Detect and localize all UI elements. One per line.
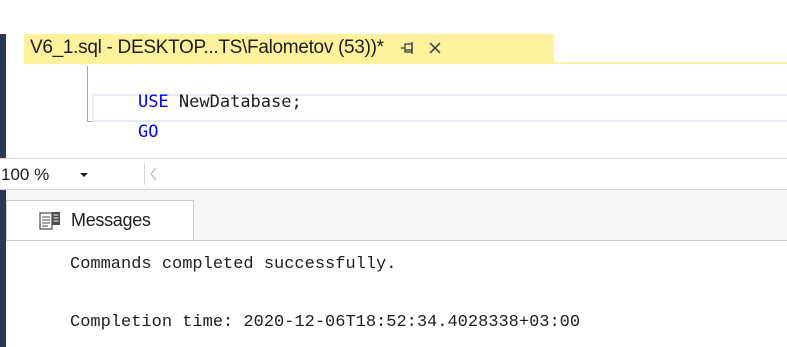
top-strip [0,0,787,34]
message-line: Completion time: 2020-12-06T18:52:34.402… [70,313,581,332]
document-tab[interactable]: V6_1.sql - DESKTOP...TS\Falometov (53))* [24,34,554,62]
message-line: Commands completed successfully. [70,255,397,274]
zoom-separator [144,163,145,185]
code-text: NewDatabase; [168,92,302,112]
pin-icon[interactable] [400,41,416,55]
outline-collapse-line [87,66,88,122]
messages-icon [39,211,61,231]
close-icon[interactable] [428,41,442,55]
chevron-left-icon[interactable] [150,167,158,181]
tab-messages[interactable]: Messages [6,200,194,240]
document-tab-title: V6_1.sql - DESKTOP...TS\Falometov (53))* [30,37,384,58]
zoom-value: 100 % [1,165,50,184]
tab-messages-label: Messages [71,210,151,230]
editor-margin [6,64,84,156]
chevron-down-icon[interactable] [79,172,89,178]
code-keyword: GO [137,122,159,142]
sql-editor-window: V6_1.sql - DESKTOP...TS\Falometov (53))*… [0,0,787,347]
zoom-bar: 100 % [0,158,787,190]
zoom-dropdown[interactable]: 100 % [0,164,140,186]
